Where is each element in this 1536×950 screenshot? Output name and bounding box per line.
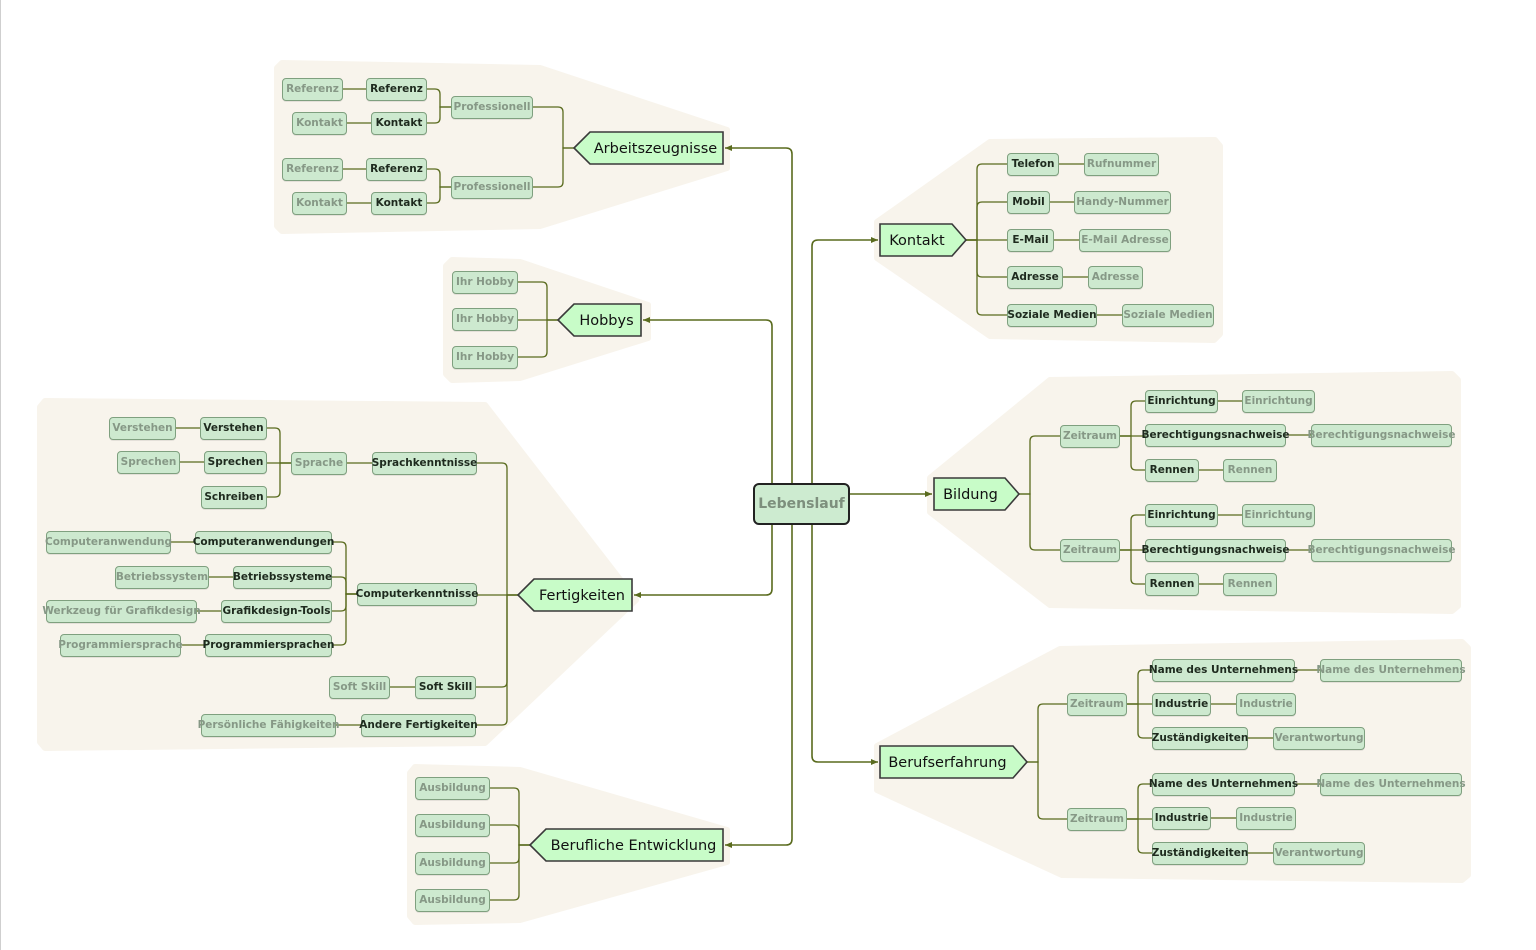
topic-node[interactable]: E-Mail Adresse xyxy=(1079,228,1171,252)
connector-root-kontakt xyxy=(811,237,878,483)
topic-node[interactable]: Referenz xyxy=(282,157,343,181)
topic-node[interactable]: Zuständigkeiten xyxy=(1152,841,1248,865)
topic-node[interactable]: Rennen xyxy=(1145,572,1199,596)
main-topic-label: Berufliche Entwicklung xyxy=(551,838,717,854)
main-topic-berufserfahrung[interactable]: Berufserfahrung xyxy=(879,745,1029,779)
topic-node[interactable]: Ihr Hobby xyxy=(452,270,518,294)
topic-node[interactable]: Soziale Medien xyxy=(1007,303,1097,327)
connector-root-hobbys xyxy=(643,317,773,483)
topic-node[interactable]: Telefon xyxy=(1007,152,1059,176)
topic-node[interactable]: Industrie xyxy=(1236,692,1296,716)
topic-node[interactable]: Rennen xyxy=(1223,458,1277,482)
main-topic-arbeitszeugnisse[interactable]: Arbeitszeugnisse xyxy=(572,131,724,165)
topic-node[interactable]: Berechtigungsnachweise xyxy=(1307,423,1456,447)
topic-node[interactable]: Ihr Hobby xyxy=(452,345,518,369)
main-topic-bildung[interactable]: Bildung xyxy=(933,477,1021,511)
topic-node[interactable]: Sprechen xyxy=(117,450,180,474)
topic-node[interactable]: Schreiben xyxy=(201,485,267,509)
main-topic-kontakt[interactable]: Kontakt xyxy=(879,223,968,257)
topic-node[interactable]: Soft Skill xyxy=(415,675,476,699)
topic-node[interactable]: Sprachkenntnisse xyxy=(372,451,477,475)
topic-node[interactable]: Name des Unternehmens xyxy=(1316,772,1466,796)
topic-node[interactable]: Betriebssystem xyxy=(115,565,209,589)
topic-node[interactable]: Computeranwendungen xyxy=(193,530,334,554)
topic-node[interactable]: Name des Unternehmens xyxy=(1316,658,1466,682)
topic-node[interactable]: Programmiersprachen xyxy=(203,633,335,657)
main-topic-label: Fertigkeiten xyxy=(539,588,625,604)
topic-node[interactable]: Ausbildung xyxy=(415,813,490,837)
topic-node[interactable]: Handy-Nummer xyxy=(1074,190,1171,214)
topic-node[interactable]: Betriebssysteme xyxy=(233,565,332,589)
topic-node[interactable]: Referenz xyxy=(282,77,343,101)
topic-node[interactable]: Ihr Hobby xyxy=(452,307,518,331)
topic-node[interactable]: Kontakt xyxy=(292,111,347,135)
connector-root-berufliche_entwicklung xyxy=(725,525,793,848)
topic-node[interactable]: Zuständigkeiten xyxy=(1152,726,1248,750)
topic-node[interactable]: Professionell xyxy=(451,95,533,119)
topic-node[interactable]: Soziale Medien xyxy=(1122,303,1214,327)
topic-node[interactable]: Referenz xyxy=(366,157,427,181)
main-topic-label: Arbeitszeugnisse xyxy=(594,141,718,157)
topic-node[interactable]: Berechtigungsnachweise xyxy=(1307,538,1456,562)
topic-node[interactable]: Verstehen xyxy=(200,416,267,440)
topic-node[interactable]: E-Mail xyxy=(1007,228,1054,252)
topic-node[interactable]: Industrie xyxy=(1152,806,1211,830)
topic-node[interactable]: Rufnummer xyxy=(1084,152,1159,176)
topic-node[interactable]: Name des Unternehmens xyxy=(1149,772,1298,796)
topic-node[interactable]: Computeranwendung xyxy=(45,530,172,554)
topic-node[interactable]: Rennen xyxy=(1145,458,1199,482)
topic-node[interactable]: Einrichtung xyxy=(1145,389,1218,413)
topic-node[interactable]: Industrie xyxy=(1152,692,1211,716)
topic-node[interactable]: Zeitraum xyxy=(1067,807,1127,831)
topic-node[interactable]: Zeitraum xyxy=(1060,424,1120,448)
topic-node[interactable]: Persönliche Fähigkeiten xyxy=(198,713,339,737)
topic-node[interactable]: Industrie xyxy=(1236,806,1296,830)
topic-node[interactable]: Verantwortung xyxy=(1273,726,1365,750)
topic-node[interactable]: Mobil xyxy=(1007,190,1050,214)
main-topic-label: Kontakt xyxy=(889,233,945,249)
main-topic-hobbys[interactable]: Hobbys xyxy=(556,303,642,337)
topic-node[interactable]: Kontakt xyxy=(292,191,347,215)
main-topic-berufliche_entwicklung[interactable]: Berufliche Entwicklung xyxy=(528,828,724,862)
topic-node[interactable]: Kontakt xyxy=(371,191,427,215)
main-topic-label: Bildung xyxy=(943,487,998,503)
topic-node[interactable]: Rennen xyxy=(1223,572,1277,596)
main-topic-label: Hobbys xyxy=(579,313,633,329)
topic-node[interactable]: Einrichtung xyxy=(1242,503,1315,527)
topic-node[interactable]: Sprache xyxy=(291,451,347,475)
connector-root-fertigkeiten xyxy=(634,525,773,598)
topic-node[interactable]: Adresse xyxy=(1007,265,1063,289)
mind-map-canvas: Arbeitszeugnisse Hobbys Fertigkeiten Berufl… xyxy=(37,60,1471,925)
main-topic-fertigkeiten[interactable]: Fertigkeiten xyxy=(516,578,633,612)
topic-node[interactable]: Referenz xyxy=(366,77,427,101)
topic-node[interactable]: Andere Fertigkeiten xyxy=(359,713,478,737)
topic-node[interactable]: Adresse xyxy=(1088,265,1143,289)
topic-node[interactable]: Zeitraum xyxy=(1067,692,1127,716)
main-topic-label: Berufserfahrung xyxy=(888,755,1006,771)
topic-node[interactable]: Ausbildung xyxy=(415,851,490,875)
topic-node[interactable]: Ausbildung xyxy=(415,888,490,912)
topic-node[interactable]: Ausbildung xyxy=(415,776,490,800)
topic-node[interactable]: Professionell xyxy=(451,175,533,199)
central-topic-lebenslauf[interactable]: Lebenslauf xyxy=(753,483,850,525)
topic-node[interactable]: Werkzeug für Grafikdesign xyxy=(42,599,201,623)
topic-node[interactable]: Soft Skill xyxy=(329,675,390,699)
topic-node[interactable]: Zeitraum xyxy=(1060,538,1120,562)
topic-node[interactable]: Berechtigungsnachweise xyxy=(1141,423,1290,447)
topic-node[interactable]: Kontakt xyxy=(371,111,427,135)
topic-node[interactable]: Berechtigungsnachweise xyxy=(1141,538,1290,562)
topic-node[interactable]: Einrichtung xyxy=(1242,389,1315,413)
connector-root-arbeitszeugnisse xyxy=(725,145,793,483)
topic-node[interactable]: Einrichtung xyxy=(1145,503,1218,527)
topic-node[interactable]: Name des Unternehmens xyxy=(1149,658,1298,682)
topic-node[interactable]: Computerkenntnisse xyxy=(356,582,478,606)
topic-node[interactable]: Verstehen xyxy=(109,416,176,440)
connector-root-berufserfahrung xyxy=(811,525,878,765)
topic-node[interactable]: Sprechen xyxy=(204,450,267,474)
topic-node[interactable]: Programmiersprache xyxy=(58,633,183,657)
topic-node[interactable]: Grafikdesign-Tools xyxy=(221,599,332,623)
topic-node[interactable]: Verantwortung xyxy=(1273,841,1365,865)
